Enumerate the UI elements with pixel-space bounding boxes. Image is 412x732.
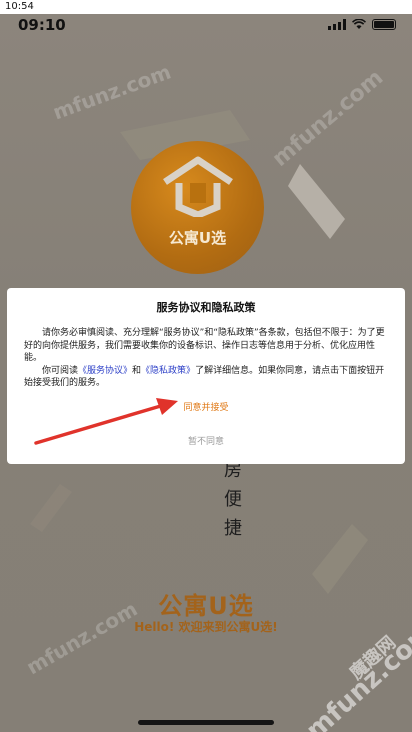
annotation-arrow-icon (34, 398, 178, 445)
